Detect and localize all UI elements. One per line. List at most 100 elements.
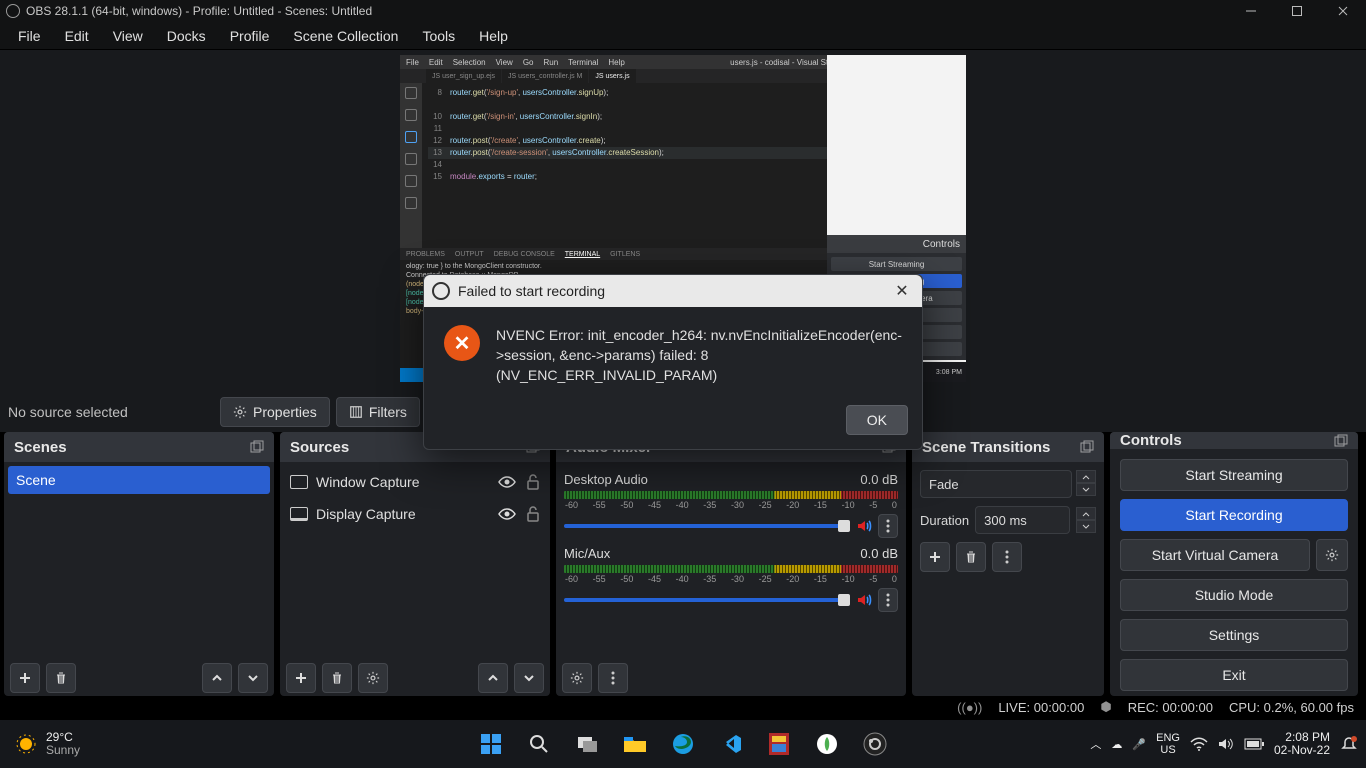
source-item[interactable]: Display Capture bbox=[284, 498, 546, 530]
controls-dock: Controls Start Streaming Start Recording… bbox=[1110, 432, 1358, 696]
taskbar-clock[interactable]: 2:08 PM02-Nov-22 bbox=[1274, 731, 1330, 757]
menu-view[interactable]: View bbox=[103, 24, 153, 48]
chevron-up-icon[interactable] bbox=[1076, 470, 1096, 483]
wifi-icon[interactable] bbox=[1190, 737, 1208, 751]
maximize-button[interactable] bbox=[1274, 0, 1320, 22]
mixer-channel-desktop: Desktop Audio0.0 dB -60-55-50-45-40-35-3… bbox=[560, 466, 902, 540]
live-timer: LIVE: 00:00:00 bbox=[998, 700, 1084, 715]
edge-icon[interactable] bbox=[663, 724, 703, 764]
virtual-camera-settings-button[interactable] bbox=[1316, 539, 1348, 571]
remove-scene-button[interactable] bbox=[46, 663, 76, 693]
volume-slider[interactable] bbox=[564, 524, 850, 528]
meter-ticks: -60-55-50-45-40-35-30-25-20-15-10-50 bbox=[564, 574, 898, 584]
speaker-icon[interactable] bbox=[856, 592, 872, 608]
menu-docks[interactable]: Docks bbox=[157, 24, 216, 48]
channel-menu-button[interactable] bbox=[878, 588, 898, 612]
transition-select[interactable]: Fade bbox=[920, 470, 1072, 498]
duration-label: Duration bbox=[920, 513, 969, 528]
scene-up-button[interactable] bbox=[202, 663, 232, 693]
popout-icon[interactable] bbox=[1080, 440, 1094, 454]
start-streaming-button[interactable]: Start Streaming bbox=[1120, 459, 1348, 491]
source-down-button[interactable] bbox=[514, 663, 544, 693]
windows-taskbar[interactable]: 29°CSunny ︿ ☁ 🎤 ENGUS 2:08 PM02-Nov-22 bbox=[0, 720, 1366, 768]
chevron-down-icon[interactable] bbox=[1076, 483, 1096, 496]
dialog-close-button[interactable]: ✕ bbox=[890, 281, 914, 301]
weather-widget[interactable]: 29°CSunny bbox=[0, 731, 80, 757]
rec-timer: REC: 00:00:00 bbox=[1128, 700, 1213, 715]
app-icon[interactable] bbox=[759, 724, 799, 764]
battery-icon[interactable] bbox=[1244, 738, 1264, 750]
obs-app-icon bbox=[6, 4, 20, 18]
audio-meter bbox=[564, 565, 898, 573]
channel-menu-button[interactable] bbox=[878, 514, 898, 538]
close-button[interactable] bbox=[1320, 0, 1366, 22]
task-view-button[interactable] bbox=[567, 724, 607, 764]
obs-taskbar-icon[interactable] bbox=[855, 724, 895, 764]
start-button[interactable] bbox=[471, 724, 511, 764]
volume-icon[interactable] bbox=[1218, 737, 1234, 751]
chevron-up-icon[interactable] bbox=[1076, 507, 1096, 520]
duration-input[interactable]: 300 ms bbox=[975, 506, 1070, 534]
menu-file[interactable]: File bbox=[8, 24, 51, 48]
menu-edit[interactable]: Edit bbox=[55, 24, 99, 48]
obs-app-icon bbox=[432, 282, 450, 300]
transition-menu-button[interactable] bbox=[992, 542, 1022, 572]
mic-icon[interactable]: 🎤 bbox=[1132, 738, 1146, 751]
menu-bar: File Edit View Docks Profile Scene Colle… bbox=[0, 22, 1366, 50]
visibility-icon[interactable] bbox=[498, 475, 516, 489]
controls-header: Controls bbox=[1110, 432, 1358, 449]
onedrive-icon[interactable]: ☁ bbox=[1111, 738, 1122, 751]
remove-source-button[interactable] bbox=[322, 663, 352, 693]
chevron-down-icon[interactable] bbox=[1076, 520, 1096, 533]
language-indicator[interactable]: ENGUS bbox=[1156, 732, 1180, 756]
menu-profile[interactable]: Profile bbox=[220, 24, 280, 48]
remove-transition-button[interactable] bbox=[956, 542, 986, 572]
error-dialog: Failed to start recording ✕ ✕ NVENC Erro… bbox=[423, 274, 923, 450]
popout-icon[interactable] bbox=[250, 440, 264, 454]
vscode-icon[interactable] bbox=[711, 724, 751, 764]
mixer-channel-mic: Mic/Aux0.0 dB -60-55-50-45-40-35-30-25-2… bbox=[560, 540, 902, 614]
settings-button[interactable]: Settings bbox=[1120, 619, 1348, 651]
mixer-settings-button[interactable] bbox=[562, 663, 592, 693]
scene-item[interactable]: Scene bbox=[8, 466, 270, 494]
lock-icon[interactable] bbox=[526, 506, 540, 522]
start-recording-button[interactable]: Start Recording bbox=[1120, 499, 1348, 531]
meter-ticks: -60-55-50-45-40-35-30-25-20-15-10-50 bbox=[564, 500, 898, 510]
visibility-icon[interactable] bbox=[498, 507, 516, 521]
scene-down-button[interactable] bbox=[238, 663, 268, 693]
mixer-menu-button[interactable] bbox=[598, 663, 628, 693]
scenes-dock: Scenes Scene bbox=[4, 432, 274, 696]
source-up-button[interactable] bbox=[478, 663, 508, 693]
popout-icon[interactable] bbox=[1334, 434, 1348, 448]
source-label: Window Capture bbox=[316, 474, 420, 490]
source-properties-button[interactable] bbox=[358, 663, 388, 693]
sun-icon bbox=[14, 732, 38, 756]
source-label: Display Capture bbox=[316, 506, 416, 522]
minimize-button[interactable] bbox=[1228, 0, 1274, 22]
notifications-icon[interactable] bbox=[1340, 735, 1358, 753]
vscode-activity-bar bbox=[400, 83, 422, 248]
app-icon[interactable] bbox=[807, 724, 847, 764]
menu-tools[interactable]: Tools bbox=[412, 24, 465, 48]
filters-button[interactable]: Filters bbox=[336, 397, 420, 427]
channel-db: 0.0 dB bbox=[860, 472, 898, 487]
add-scene-button[interactable] bbox=[10, 663, 40, 693]
menu-help[interactable]: Help bbox=[469, 24, 518, 48]
search-button[interactable] bbox=[519, 724, 559, 764]
channel-db: 0.0 dB bbox=[860, 546, 898, 561]
explorer-icon[interactable] bbox=[615, 724, 655, 764]
volume-slider[interactable] bbox=[564, 598, 850, 602]
speaker-icon[interactable] bbox=[856, 518, 872, 534]
properties-button[interactable]: Properties bbox=[220, 397, 330, 427]
start-virtual-camera-button[interactable]: Start Virtual Camera bbox=[1120, 539, 1310, 571]
add-source-button[interactable] bbox=[286, 663, 316, 693]
studio-mode-button[interactable]: Studio Mode bbox=[1120, 579, 1348, 611]
add-transition-button[interactable] bbox=[920, 542, 950, 572]
exit-button[interactable]: Exit bbox=[1120, 659, 1348, 691]
ok-button[interactable]: OK bbox=[846, 405, 908, 435]
disk-icon: ⬢ bbox=[1100, 699, 1111, 715]
lock-icon[interactable] bbox=[526, 474, 540, 490]
tray-chevron-icon[interactable]: ︿ bbox=[1090, 736, 1101, 752]
menu-scene-collection[interactable]: Scene Collection bbox=[283, 24, 408, 48]
source-item[interactable]: Window Capture bbox=[284, 466, 546, 498]
